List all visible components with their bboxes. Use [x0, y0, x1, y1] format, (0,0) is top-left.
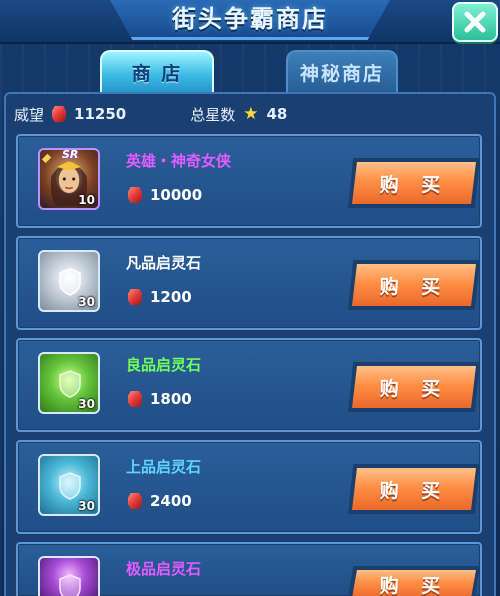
item-count: 30 [78, 397, 95, 411]
stone-common-icon: 30 [38, 250, 100, 312]
item-price: 10000 [128, 186, 202, 204]
red-gem-icon [128, 391, 142, 407]
price-value: 10000 [150, 186, 203, 204]
red-gem-icon [128, 493, 142, 509]
buy-button[interactable]: 购 买 [352, 366, 476, 408]
red-gem-icon [52, 106, 67, 122]
list-item: SR 10 英雄・神奇女侠 10000 购 买 [16, 134, 482, 228]
stars-label: 总星数 [190, 105, 236, 124]
item-count: 30 [78, 295, 95, 309]
red-gem-icon [128, 187, 142, 203]
star-icon: ★ [243, 103, 259, 124]
stone-good-icon: 30 [38, 352, 100, 414]
list-item: 30 凡品启灵石 1200 购 买 [16, 236, 482, 330]
item-name: 凡品启灵石 [126, 254, 202, 272]
item-name: 上品启灵石 [126, 458, 202, 476]
buy-button[interactable]: 购 买 [352, 468, 476, 510]
tab-mystery-shop[interactable]: 神秘商店 [286, 50, 398, 92]
item-price: 2400 [128, 492, 192, 510]
page-title: 街头争霸商店 [172, 5, 328, 33]
shield-icon [59, 574, 81, 596]
prestige-value: 11250 [74, 105, 127, 123]
buy-button[interactable]: 购 买 [352, 264, 476, 306]
price-value: 1800 [150, 390, 192, 408]
item-price: 1200 [128, 288, 192, 306]
shield-icon [59, 268, 81, 296]
stars-value: 48 [266, 105, 288, 123]
buy-button[interactable]: 购 买 [352, 570, 476, 596]
shield-icon [59, 370, 81, 398]
list-item: 极品启灵石 购 买 [16, 542, 482, 596]
stone-upper-icon: 30 [38, 454, 100, 516]
list-item: 30 良品启灵石 1800 购 买 [16, 338, 482, 432]
shield-icon [59, 472, 81, 500]
price-value: 1200 [150, 288, 192, 306]
buy-button[interactable]: 购 买 [352, 162, 476, 204]
stats-row: 威望 11250 总星数 ★ 48 [14, 100, 486, 128]
prestige-label: 威望 [14, 105, 45, 124]
list-item: 30 上品启灵石 2400 购 买 [16, 440, 482, 534]
item-name: 英雄・神奇女侠 [126, 152, 232, 170]
item-price: 1800 [128, 390, 192, 408]
close-icon [464, 11, 486, 33]
tab-shop[interactable]: 商 店 [100, 50, 214, 92]
price-value: 2400 [150, 492, 192, 510]
close-button[interactable] [452, 2, 498, 42]
hero-portrait-icon: SR 10 [38, 148, 100, 210]
red-gem-icon [128, 289, 142, 305]
item-count: 30 [78, 499, 95, 513]
rarity-badge: SR [62, 148, 79, 161]
item-name: 良品启灵石 [126, 356, 202, 374]
item-name: 极品启灵石 [126, 560, 202, 578]
item-count: 10 [78, 193, 95, 207]
stone-epic-icon [38, 556, 100, 596]
